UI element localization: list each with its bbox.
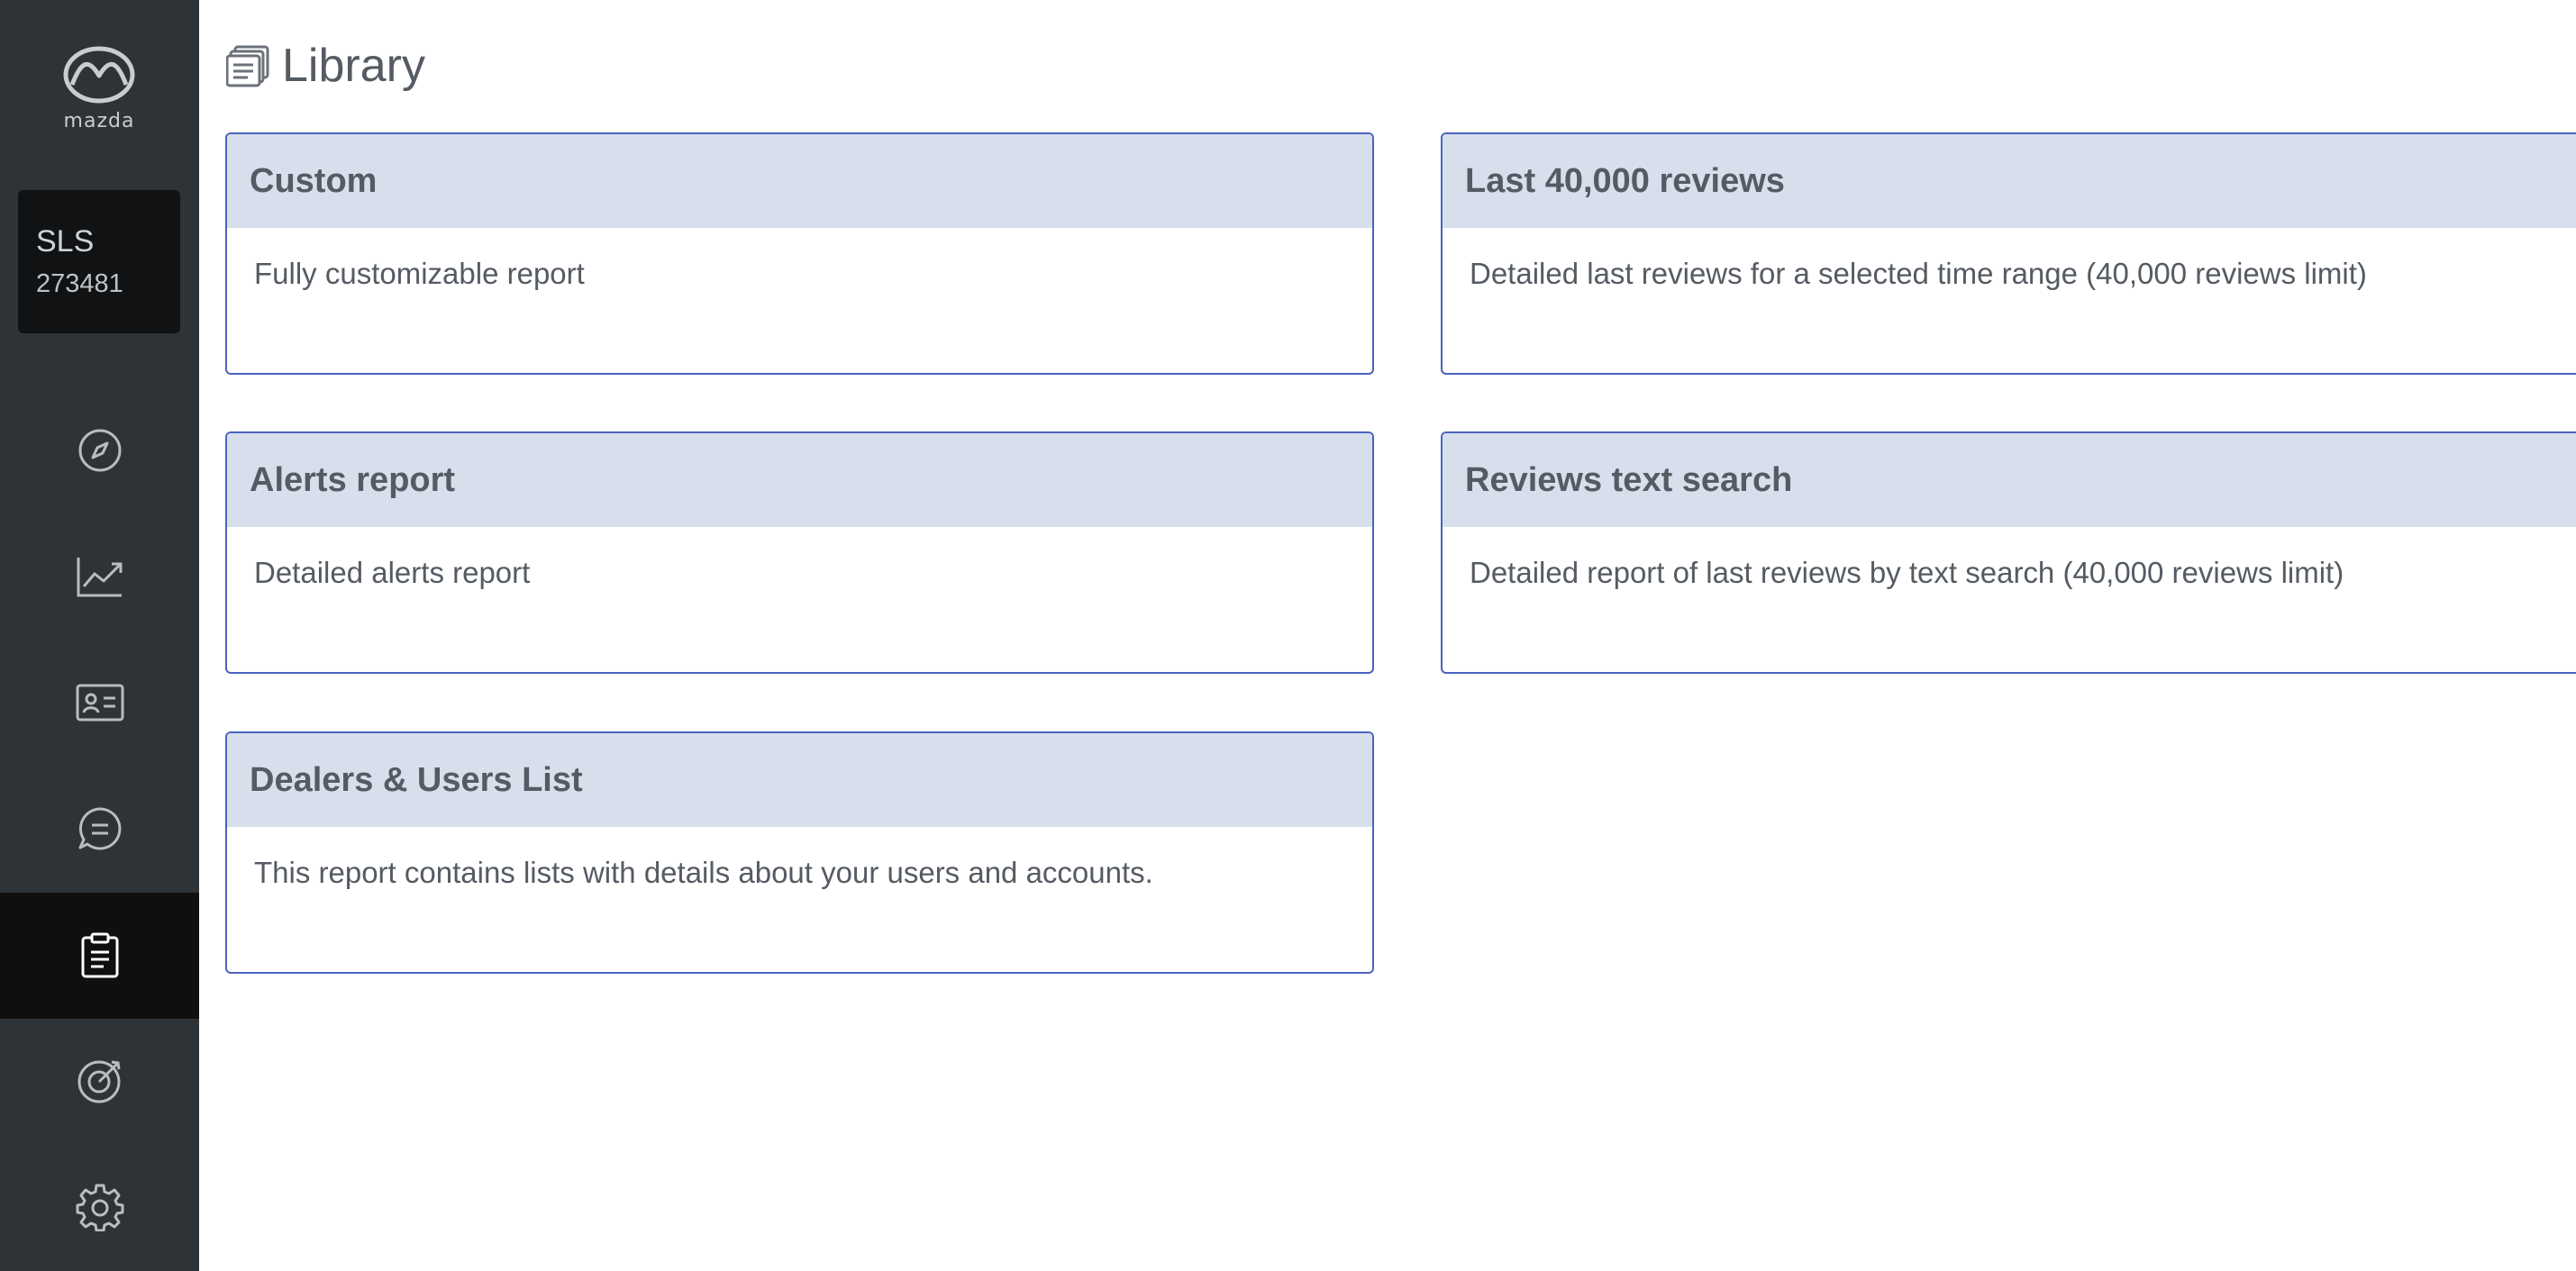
nav-item-reviews[interactable] xyxy=(0,766,199,892)
compass-icon xyxy=(78,429,121,472)
app: mazda SLS 273481 Library Custom Fully cu… xyxy=(0,0,2576,1271)
target-icon xyxy=(77,1060,120,1103)
report-card-title: Reviews text search xyxy=(1465,460,1793,499)
gear-icon xyxy=(76,1184,123,1231)
main-content: Library Custom Fully customizable report… xyxy=(199,0,2576,1271)
page-header: Library xyxy=(226,34,425,97)
brand-logo[interactable]: mazda xyxy=(50,45,149,135)
report-card-custom[interactable]: Custom Fully customizable report xyxy=(225,132,1374,375)
account-code: SLS xyxy=(36,224,95,259)
report-card-description: Fully customizable report xyxy=(254,257,585,290)
report-card-title: Last 40,000 reviews xyxy=(1465,161,1785,200)
nav-item-analytics[interactable] xyxy=(0,513,199,640)
report-card-header: Reviews text search xyxy=(1443,433,2576,527)
report-card-description: This report contains lists with details … xyxy=(254,856,1153,889)
contact-card-icon xyxy=(76,684,123,722)
report-card-description: Detailed alerts report xyxy=(254,556,531,589)
report-card-description: Detailed report of last reviews by text … xyxy=(1470,556,2344,589)
nav-item-settings[interactable] xyxy=(0,1144,199,1270)
page-title: Library xyxy=(282,40,425,92)
clipboard-icon xyxy=(81,932,118,978)
report-card-header: Alerts report xyxy=(227,433,1372,527)
documents-stack-icon xyxy=(226,45,269,87)
account-selector[interactable]: SLS 273481 xyxy=(18,190,180,333)
logo-text: mazda xyxy=(63,110,135,132)
report-card-description: Detailed last reviews for a selected tim… xyxy=(1470,257,2367,290)
chat-bubble-icon xyxy=(78,807,121,850)
report-card-alerts[interactable]: Alerts report Detailed alerts report xyxy=(225,431,1374,674)
sidebar: mazda SLS 273481 xyxy=(0,0,199,1271)
trend-chart-icon xyxy=(77,558,122,597)
report-card-text-search[interactable]: Reviews text search Detailed report of l… xyxy=(1441,431,2576,674)
nav-item-reports[interactable] xyxy=(0,893,199,1019)
nav-item-explore[interactable] xyxy=(0,387,199,513)
mazda-logo-icon xyxy=(63,46,135,104)
report-card-header: Dealers & Users List xyxy=(227,733,1372,827)
nav-item-contacts[interactable] xyxy=(0,640,199,766)
report-card-dealers-users[interactable]: Dealers & Users List This report contain… xyxy=(225,731,1374,974)
report-card-last-reviews[interactable]: Last 40,000 reviews Detailed last review… xyxy=(1441,132,2576,375)
report-card-title: Dealers & Users List xyxy=(250,760,583,799)
report-card-header: Last 40,000 reviews xyxy=(1443,134,2576,228)
report-card-header: Custom xyxy=(227,134,1372,228)
report-card-title: Custom xyxy=(250,161,378,200)
nav-item-goals[interactable] xyxy=(0,1018,199,1144)
account-id: 273481 xyxy=(36,269,123,298)
report-card-title: Alerts report xyxy=(250,460,456,499)
